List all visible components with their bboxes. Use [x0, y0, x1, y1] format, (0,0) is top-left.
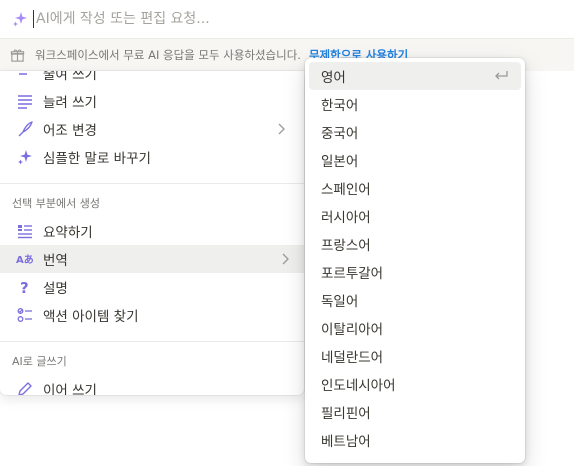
menu-divider — [0, 183, 304, 184]
language-label: 베트남어 — [321, 434, 371, 450]
language-option-filipino[interactable]: 필리핀어 — [309, 398, 521, 426]
language-label: 네덜란드어 — [321, 350, 384, 366]
quill-icon — [16, 120, 34, 138]
checklist-icon — [16, 306, 34, 324]
menu-item-find-actions[interactable]: 액션 아이템 찾기 — [4, 301, 300, 329]
sparkle-icon — [13, 12, 27, 27]
language-label: 필리핀어 — [321, 406, 371, 422]
ai-action-menu: 줄여 쓰기 늘려 쓰기 어조 변경 심플한 말로 바꾸기 선택 부분에서 생성 … — [0, 71, 304, 395]
language-submenu: 영어 한국어 중국어 일본어 스페인어 러시아어 프랑스어 포르투갈어 독일어 … — [305, 58, 525, 463]
language-option-spanish[interactable]: 스페인어 — [309, 174, 521, 202]
language-label: 이탈리아어 — [321, 322, 384, 338]
language-label: 인도네시아어 — [321, 378, 396, 394]
enter-key-icon — [495, 71, 508, 80]
language-option-french[interactable]: 프랑스어 — [309, 230, 521, 258]
language-option-english[interactable]: 영어 — [309, 62, 521, 90]
section-header-write: AI로 글쓰기 — [12, 355, 67, 368]
language-option-japanese[interactable]: 일본어 — [309, 146, 521, 174]
svg-text:Aあ: Aあ — [16, 253, 34, 266]
language-label: 러시아어 — [321, 210, 371, 226]
language-option-dutch[interactable]: 네덜란드어 — [309, 342, 521, 370]
language-option-italian[interactable]: 이탈리아어 — [309, 314, 521, 342]
language-label: 일본어 — [321, 154, 359, 170]
menu-item-lengthen[interactable]: 늘려 쓰기 — [4, 87, 300, 115]
language-option-russian[interactable]: 러시아어 — [309, 202, 521, 230]
menu-item-label: 요약하기 — [43, 225, 93, 241]
menu-item-explain[interactable]: ? 설명 — [4, 273, 300, 301]
ai-prompt-input[interactable] — [33, 10, 553, 28]
language-label: 독일어 — [321, 294, 359, 310]
menu-item-label: 줄여 쓰기 — [43, 71, 97, 83]
menu-divider — [0, 341, 304, 342]
menu-item-simplify[interactable]: 심플한 말로 바꾸기 — [4, 143, 300, 171]
ai-prompt-bar — [0, 0, 574, 38]
language-option-korean[interactable]: 한국어 — [309, 90, 521, 118]
language-label: 영어 — [321, 70, 346, 86]
menu-item-label: 심플한 말로 바꾸기 — [43, 151, 151, 167]
language-option-portuguese[interactable]: 포르투갈어 — [309, 258, 521, 286]
menu-item-change-tone[interactable]: 어조 변경 — [4, 115, 300, 143]
language-label: 포르투갈어 — [321, 266, 384, 282]
language-label: 스페인어 — [321, 182, 371, 198]
language-label: 한국어 — [321, 98, 359, 114]
menu-item-label: 설명 — [43, 281, 68, 297]
pencil-icon — [16, 380, 34, 395]
menu-item-shorten[interactable]: 줄여 쓰기 — [4, 71, 300, 87]
menu-item-label: 이어 쓰기 — [43, 383, 97, 395]
chevron-right-icon — [282, 253, 289, 265]
svg-text:?: ? — [20, 279, 29, 295]
summary-icon — [16, 222, 34, 240]
chevron-right-icon — [278, 123, 285, 135]
sparkle-icon — [16, 148, 34, 166]
section-header-selection: 선택 부분에서 생성 — [12, 197, 100, 210]
long-lines-icon — [16, 92, 34, 110]
language-option-chinese[interactable]: 중국어 — [309, 118, 521, 146]
translate-icon: Aあ — [16, 250, 34, 268]
short-lines-icon — [16, 71, 34, 82]
menu-item-label: 늘려 쓰기 — [43, 95, 97, 111]
menu-item-label: 액션 아이템 찾기 — [43, 309, 139, 325]
language-label: 프랑스어 — [321, 238, 371, 254]
language-option-german[interactable]: 독일어 — [309, 286, 521, 314]
menu-item-label: 번역 — [43, 253, 68, 269]
menu-item-summarize[interactable]: 요약하기 — [4, 217, 300, 245]
menu-item-label: 어조 변경 — [43, 123, 97, 139]
language-label: 중국어 — [321, 126, 359, 142]
language-option-vietnamese[interactable]: 베트남어 — [309, 426, 521, 454]
language-option-indonesian[interactable]: 인도네시아어 — [309, 370, 521, 398]
menu-item-translate[interactable]: Aあ 번역 — [0, 245, 304, 273]
notice-text: 워크스페이스에서 무료 AI 응답을 모두 사용하셨습니다. — [35, 48, 301, 62]
menu-item-continue-writing[interactable]: 이어 쓰기 — [4, 375, 300, 395]
gift-icon — [10, 48, 25, 62]
question-icon: ? — [16, 278, 34, 296]
